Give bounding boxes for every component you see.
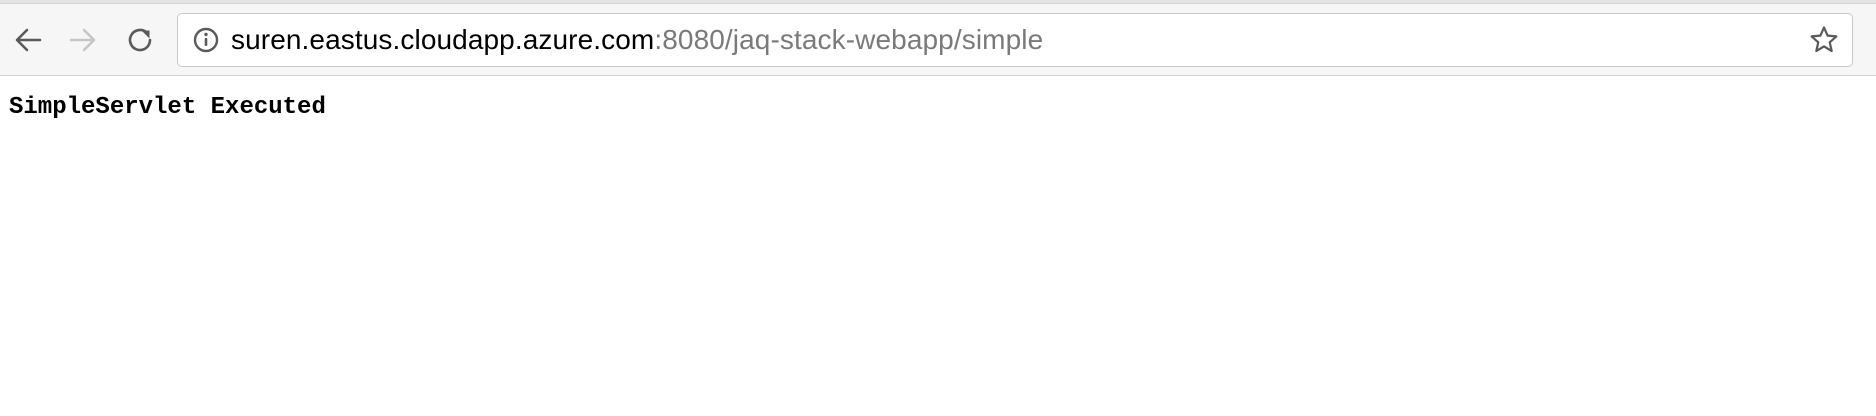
reload-icon <box>128 28 152 52</box>
arrow-left-icon <box>15 28 42 52</box>
servlet-output-text: SimpleServlet Executed <box>9 94 326 121</box>
url-host: suren.eastus.cloudapp.azure.com <box>231 24 655 55</box>
bookmark-star-icon[interactable] <box>1808 24 1840 56</box>
browser-window: suren.eastus.cloudapp.azure.com:8080/jaq… <box>0 0 1876 416</box>
forward-button[interactable] <box>63 20 103 60</box>
url-path: :8080/jaq-stack-webapp/simple <box>654 24 1044 55</box>
page-content: SimpleServlet Executed <box>0 76 1876 416</box>
reload-button[interactable] <box>120 20 160 60</box>
arrow-right-icon <box>69 28 96 52</box>
info-circle-icon[interactable] <box>192 26 220 54</box>
back-button[interactable] <box>8 20 48 60</box>
browser-toolbar: suren.eastus.cloudapp.azure.com:8080/jaq… <box>0 4 1876 76</box>
address-bar[interactable]: suren.eastus.cloudapp.azure.com:8080/jaq… <box>177 13 1853 67</box>
url-text[interactable]: suren.eastus.cloudapp.azure.com:8080/jaq… <box>231 14 1043 66</box>
